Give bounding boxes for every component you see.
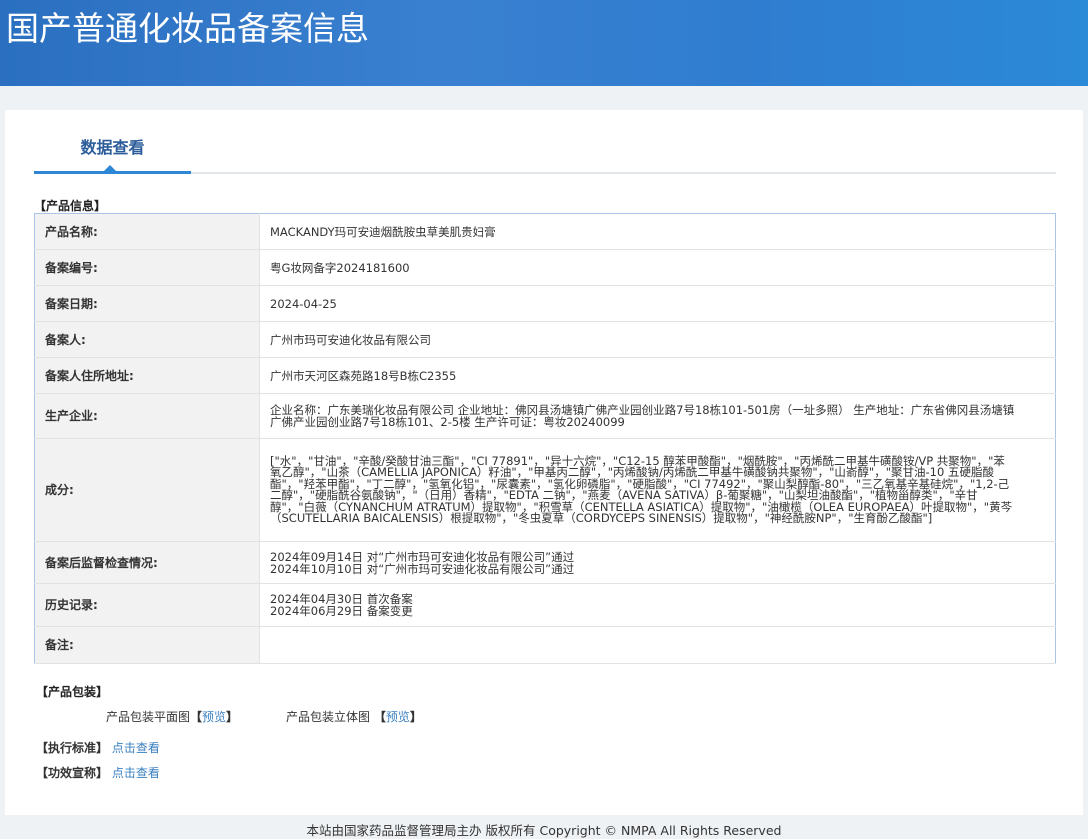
efficacy-view-link[interactable]: 点击查看: [112, 766, 160, 780]
tab-data-view[interactable]: 数据查看: [34, 134, 191, 158]
efficacy-row: 【功效宣称】 点击查看: [36, 764, 160, 781]
page-header: 国产普通化妆品备案信息: [0, 0, 1088, 86]
page-title: 国产普通化妆品备案信息: [6, 9, 369, 48]
packaging-solid-label: 产品包装立体图: [286, 710, 371, 724]
standard-label: 【执行标准】: [36, 741, 109, 755]
table-row: 生产企业: 企业名称：广东美瑞化妆品有限公司 企业地址：佛冈县汤塘镇广佛产业园创业…: [34, 393, 1056, 439]
table-row: 成分: ["水"，"甘油"，"辛酸/癸酸甘油三酯"，"CI 77891"，"异十六…: [34, 438, 1056, 542]
content-panel: 数据查看 【产品信息】 产品名称: MACKANDY玛可安迪烟酰胺虫草美肌贵妇膏 …: [5, 110, 1083, 815]
row-label: 备案人:: [34, 321, 260, 358]
packaging-solid-preview-link[interactable]: 预览: [386, 710, 410, 724]
bracket: 】: [226, 710, 239, 724]
row-label: 备注:: [34, 626, 260, 664]
table-row: 备注:: [34, 626, 1056, 664]
row-label: 产品名称:: [34, 213, 260, 250]
inspection-line: 2024年09月14日 对“广州市玛可安迪化妆品有限公司”通过: [270, 549, 575, 564]
registrant-value: 广州市玛可安迪化妆品有限公司: [259, 321, 1056, 358]
table-row: 产品名称: MACKANDY玛可安迪烟酰胺虫草美肌贵妇膏: [34, 213, 1056, 250]
table-row: 备案人: 广州市玛可安迪化妆品有限公司: [34, 321, 1056, 358]
history-line: 2024年06月29日 备案变更: [270, 604, 413, 618]
table-row: 备案后监督检查情况: 2024年09月14日 对“广州市玛可安迪化妆品有限公司”通…: [34, 541, 1056, 584]
packaging-flat-preview-link[interactable]: 预览: [202, 710, 226, 724]
history-value: 2024年04月30日 首次备案 2024年06月29日 备案变更: [259, 583, 1056, 627]
row-label: 备案日期:: [34, 285, 260, 322]
packaging-solid: 产品包装立体图 【预览】: [286, 708, 422, 725]
bracket: 【: [373, 710, 386, 724]
footer-copyright: 本站由国家药品监督管理局主办 版权所有 Copyright © NMPA All…: [306, 823, 782, 838]
table-row: 备案人住所地址: 广州市天河区森苑路18号B栋C2355: [34, 357, 1056, 394]
tab-caret-icon: [104, 165, 116, 171]
packaging-flat: 产品包装平面图【预览】: [106, 708, 238, 725]
inspection-line: 2024年10月10日 对“广州市玛可安迪化妆品有限公司”通过: [270, 561, 575, 576]
ingredients-value: ["水"，"甘油"，"辛酸/癸酸甘油三酯"，"CI 77891"，"异十六烷"，…: [259, 438, 1056, 542]
product-name-value: MACKANDY玛可安迪烟酰胺虫草美肌贵妇膏: [259, 213, 1056, 250]
row-label: 生产企业:: [34, 393, 260, 439]
standard-row: 【执行标准】 点击查看: [36, 739, 160, 756]
product-info-table: 产品名称: MACKANDY玛可安迪烟酰胺虫草美肌贵妇膏 备案编号: 粤G妆网备字2…: [34, 213, 1056, 664]
packaging-heading: 【产品包装】: [36, 685, 109, 699]
table-row: 备案编号: 粤G妆网备字2024181600: [34, 249, 1056, 286]
packaging-flat-label: 产品包装平面图: [106, 710, 191, 724]
bracket: 【: [190, 710, 203, 724]
efficacy-label: 【功效宣称】: [36, 766, 109, 780]
standard-view-link[interactable]: 点击查看: [112, 741, 160, 755]
row-label: 历史记录:: [34, 583, 260, 627]
product-info-heading: 【产品信息】: [34, 199, 107, 213]
row-label: 成分:: [34, 438, 260, 542]
manufacturer-value: 企业名称：广东美瑞化妆品有限公司 企业地址：佛冈县汤塘镇广佛产业园创业路7号18…: [259, 393, 1056, 439]
row-label: 备案编号:: [34, 249, 260, 286]
inspection-value: 2024年09月14日 对“广州市玛可安迪化妆品有限公司”通过 2024年10月1…: [259, 541, 1056, 584]
bracket: 】: [409, 710, 422, 724]
table-row: 历史记录: 2024年04月30日 首次备案 2024年06月29日 备案变更: [34, 583, 1056, 627]
table-row: 备案日期: 2024-04-25: [34, 285, 1056, 322]
registration-number-value: 粤G妆网备字2024181600: [259, 249, 1056, 286]
active-tab-indicator: [34, 171, 191, 174]
registrant-address-value: 广州市天河区森苑路18号B栋C2355: [259, 357, 1056, 394]
row-label: 备案后监督检查情况:: [34, 541, 260, 584]
remarks-value: [259, 626, 1056, 664]
registration-date-value: 2024-04-25: [259, 285, 1056, 322]
row-label: 备案人住所地址:: [34, 357, 260, 394]
